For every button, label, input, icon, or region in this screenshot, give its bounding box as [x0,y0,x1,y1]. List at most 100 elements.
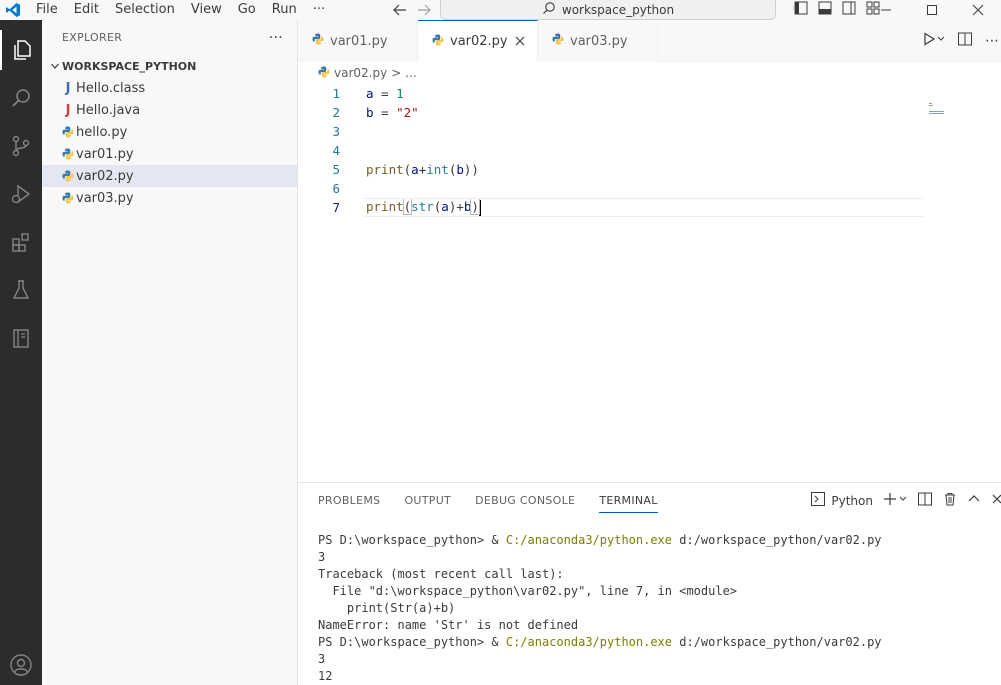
breadcrumb: var02.py > ... [298,62,1001,84]
more-actions-icon[interactable]: ⋯ [985,33,999,49]
workspace-folder-header[interactable]: WORKSPACE_PYTHON [42,55,297,77]
maximize-icon[interactable] [909,0,955,20]
menu-selection[interactable]: Selection [107,0,183,20]
new-terminal-icon[interactable] [883,492,907,510]
code-line: 3 [298,122,1001,141]
line-number: 5 [332,162,340,177]
code-text: b = "2" [366,105,419,120]
close-icon[interactable] [513,34,527,48]
terminal-line: PS D:\workspace_python> & C:/anaconda3/p… [318,532,1001,549]
menu-bar: File Edit Selection View Go Run ··· [26,0,333,20]
terminal-line: PS D:\workspace_python> & C:/anaconda3/p… [318,634,1001,651]
tab-output[interactable]: OUTPUT [404,483,451,518]
extensions-icon[interactable] [0,222,42,262]
toggle-panel-icon[interactable] [817,0,833,20]
python-file-icon [60,124,76,140]
breadcrumb-file[interactable]: var02.py [334,66,387,80]
terminal-output[interactable]: PS D:\workspace_python> & C:/anaconda3/p… [298,518,1001,685]
search-icon[interactable] [0,78,42,118]
code-line: 2 b = "2" [298,103,1001,122]
search-icon [542,1,556,18]
code-text: a = 1 [366,86,404,101]
vscode-logo-icon [0,0,26,20]
file-item-hello-java[interactable]: J Hello.java [42,99,297,121]
terminal-icon [811,492,826,509]
line-number: 2 [332,105,340,120]
file-label: Hello.java [76,102,141,118]
line-number: 1 [332,86,340,101]
tab-label: var02.py [450,34,508,49]
tab-problems[interactable]: PROBLEMS [318,483,380,518]
testing-icon[interactable] [0,270,42,310]
explorer-sidebar: EXPLORER ··· WORKSPACE_PYTHON J Hello.cl… [42,20,298,685]
python-file-icon [60,146,76,162]
account-icon[interactable] [0,645,42,685]
breadcrumb-symbols[interactable]: ... [405,66,416,80]
tab-terminal[interactable]: TERMINAL [599,483,659,518]
trash-icon[interactable] [943,492,957,510]
toggle-secondary-sidebar-icon[interactable] [841,0,857,20]
terminal-line: print(Str(a)+b) [318,601,456,615]
menu-go[interactable]: Go [230,0,264,20]
code-line-current: 7 print(str(a)+b) [298,198,1001,217]
file-item-var01-py[interactable]: var01.py [42,143,297,165]
breadcrumb-separator: > [391,66,402,80]
text-cursor [478,199,481,216]
tab-var01-py[interactable]: var01.py [298,20,418,62]
explorer-icon[interactable] [0,30,42,70]
panel-tabs: PROBLEMS OUTPUT DEBUG CONSOLE TERMINAL P… [298,483,1001,518]
file-item-hello-py[interactable]: hello.py [42,121,297,143]
python-file-icon [552,33,564,49]
file-label: var03.py [76,190,134,206]
terminal-name: Python [831,493,873,508]
split-terminal-icon[interactable] [917,492,933,510]
terminal-prompt: PS D:\workspace_python> & [318,635,506,649]
file-item-hello-class[interactable]: J Hello.class [42,77,297,99]
python-file-icon [60,168,76,184]
code-line: 5 print(a+int(b)) [298,160,1001,179]
python-file-icon [60,190,76,206]
source-control-icon[interactable] [0,126,42,166]
menu-run[interactable]: Run [264,0,305,20]
terminal-line: File "d:\workspace_python\var02.py", lin… [318,584,738,598]
split-editor-icon[interactable] [957,31,973,51]
terminal-selector[interactable]: Python [811,492,873,509]
terminal-line: 3 [318,652,326,666]
tab-debug-console[interactable]: DEBUG CONSOLE [475,483,575,518]
python-file-icon [312,33,324,49]
chevron-down-icon [48,61,62,71]
minimize-icon[interactable] [863,0,909,20]
close-panel-icon[interactable] [991,493,1001,509]
menu-view[interactable]: View [183,0,230,20]
minimap[interactable] [929,103,945,117]
back-arrow-icon[interactable] [392,3,408,17]
maximize-panel-icon[interactable] [967,492,981,510]
terminal-argument: d:/workspace_python/var02.py [672,533,882,547]
close-window-icon[interactable] [955,0,1001,20]
explorer-header: EXPLORER ··· [42,20,297,55]
file-item-var03-py[interactable]: var03.py [42,187,297,209]
forward-arrow-icon[interactable] [416,3,432,17]
toggle-sidebar-icon[interactable] [793,0,809,20]
notebook-icon[interactable] [0,318,42,358]
menu-more[interactable]: ··· [305,0,333,20]
file-item-var02-py[interactable]: var02.py [42,165,297,187]
window-controls [863,0,1001,20]
navigation-arrows [392,0,432,20]
line-number: 3 [332,124,340,139]
terminal-line: 3 [318,550,326,564]
code-line: 6 [298,179,1001,198]
file-label: var02.py [76,168,134,184]
code-editor[interactable]: 1 a = 1 2 b = "2" 3 4 5 print(a+int(b)) … [298,84,1001,217]
tab-var03-py[interactable]: var03.py [538,20,658,62]
run-python-file-icon[interactable] [923,32,945,50]
activity-bar [0,20,42,685]
run-debug-icon[interactable] [0,174,42,214]
tab-var02-py[interactable]: var02.py [418,20,538,62]
code-text: print(a+int(b)) [366,162,479,177]
python-file-icon [432,34,444,50]
command-center-search[interactable]: workspace_python [440,0,776,20]
menu-edit[interactable]: Edit [66,0,107,20]
explorer-more-actions[interactable]: ··· [269,30,283,46]
menu-file[interactable]: File [26,0,66,20]
